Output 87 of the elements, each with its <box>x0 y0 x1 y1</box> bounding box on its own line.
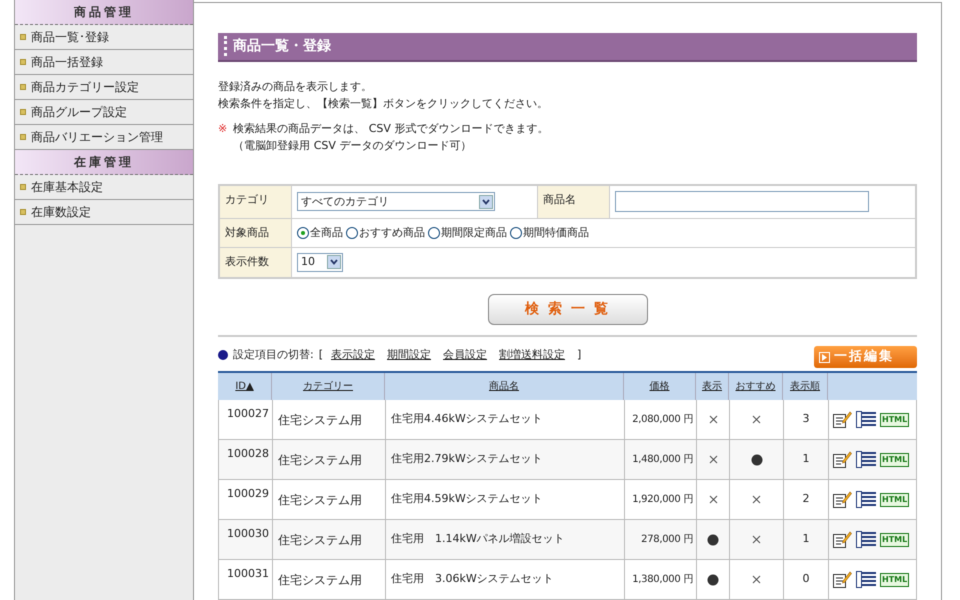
bullet-icon <box>20 109 26 115</box>
edit-icon[interactable] <box>833 531 852 548</box>
bullet-icon <box>20 34 26 40</box>
edit-icon[interactable] <box>833 451 852 468</box>
settings-link[interactable]: 割増送料設定 <box>499 346 566 363</box>
field-label: カテゴリ <box>220 186 292 218</box>
list-icon[interactable] <box>856 411 876 428</box>
radio-option[interactable]: 期間限定商品 <box>428 224 507 242</box>
table-cell-text: 1,380,000 円 <box>632 573 693 587</box>
table-cell-text: 住宅システム用 <box>278 532 362 548</box>
table-cell: 100027 <box>227 407 269 420</box>
html-button[interactable]: HTML <box>880 492 910 506</box>
section-header: 在庫管理 <box>15 150 193 175</box>
category-select[interactable]: すべてのカテゴリ <box>297 192 495 212</box>
html-button[interactable]: HTML <box>880 452 910 466</box>
table-cell-text: 住宅用 3.06kWシステムセット <box>391 571 554 588</box>
field-label: 対象商品 <box>220 218 292 247</box>
edit-icon[interactable] <box>833 491 852 508</box>
radio-button[interactable] <box>428 226 440 239</box>
radio-button[interactable] <box>346 226 358 239</box>
count-select[interactable]: 10 <box>297 252 343 272</box>
column-header[interactable]: 表示順 <box>783 373 828 400</box>
bullet-icon <box>20 84 26 90</box>
page-title: 商品一覧・登録 <box>233 36 331 56</box>
settings-link[interactable]: 期間設定 <box>387 346 432 363</box>
table-cell-text: 1,920,000 円 <box>632 493 693 507</box>
field-label: 商品名 <box>538 186 610 218</box>
table-cell: 100031 <box>227 567 269 580</box>
note-text: 検索結果の商品データは、 CSV 形式でダウンロードできます。 <box>233 120 548 137</box>
grip-icon <box>224 36 227 56</box>
radio-button[interactable] <box>297 226 309 239</box>
field-label: 表示件数 <box>220 248 292 277</box>
list-icon[interactable] <box>856 491 876 508</box>
table-cell-text: 住宅用4.46kWシステムセット <box>391 411 543 428</box>
intro-text: 登録済みの商品を表示します。 <box>218 78 373 95</box>
table-cell: 100028 <box>227 447 269 460</box>
list-icon[interactable] <box>856 571 876 588</box>
table-cell-text: 2,080,000 円 <box>632 413 693 427</box>
bullet-icon <box>20 134 26 140</box>
table-cell-text: 住宅用2.79kWシステムセット <box>391 451 543 468</box>
note-mark: ※ <box>218 120 228 137</box>
settings-link[interactable]: 会員設定 <box>443 346 488 363</box>
column-header[interactable]: おすすめ <box>729 373 783 400</box>
product-name-field[interactable] <box>615 191 869 212</box>
table-cell-text: 1 <box>802 451 810 468</box>
table-cell-text: 住宅システム用 <box>278 412 362 428</box>
html-button[interactable]: HTML <box>880 412 910 426</box>
table-cell-text: 3 <box>802 411 810 428</box>
intro-text: 検索条件を指定し、【検索一覧】ボタンをクリックしてください。 <box>218 96 549 112</box>
table-cell: 100030 <box>227 527 269 540</box>
radio-option[interactable]: 全商品 <box>297 224 343 242</box>
radio-option[interactable]: おすすめ商品 <box>346 224 425 242</box>
column-header[interactable]: 価格 <box>624 373 696 400</box>
html-button[interactable]: HTML <box>880 532 910 546</box>
bullet-icon <box>218 350 228 360</box>
note-text: （電脳卸登録用 CSV データのダウンロード可） <box>233 138 472 154</box>
edit-icon[interactable] <box>833 411 852 428</box>
table-cell-text: 住宅用 1.14kWパネル増設セット <box>391 531 565 548</box>
column-header[interactable]: 表示 <box>696 373 729 400</box>
table-cell-text: 278,000 円 <box>641 533 693 547</box>
table-cell-text: 住宅システム用 <box>278 492 362 508</box>
table-cell-text: 1 <box>802 531 810 548</box>
column-header[interactable]: カテゴリー <box>272 373 385 400</box>
list-icon[interactable] <box>856 531 876 548</box>
bullet-icon <box>20 59 26 65</box>
bracket-text: ] <box>577 346 582 362</box>
table-cell-text: 0 <box>802 571 810 588</box>
table-cell: 100029 <box>227 487 269 500</box>
table-cell-text: 住宅システム用 <box>278 572 362 588</box>
radio-option[interactable]: 期間特価商品 <box>510 224 589 242</box>
settings-link[interactable]: 表示設定 <box>331 346 376 363</box>
bracket-text: [ <box>318 346 324 362</box>
html-button[interactable]: HTML <box>880 572 910 586</box>
edit-icon[interactable] <box>833 571 852 588</box>
radio-button[interactable] <box>510 226 522 239</box>
table-cell-text: 住宅用4.59kWシステムセット <box>391 491 543 508</box>
table-cell-text: 住宅システム用 <box>278 452 362 468</box>
list-icon[interactable] <box>856 451 876 468</box>
table-cell-text: 1,480,000 円 <box>632 453 693 467</box>
bullet-icon <box>20 184 26 190</box>
section-header: 商品管理 <box>15 0 193 25</box>
table-cell-text: 2 <box>802 491 810 508</box>
bullet-icon <box>20 209 26 215</box>
play-icon <box>819 352 830 362</box>
column-header[interactable]: 商品名 <box>385 373 624 400</box>
column-header[interactable]: ID▲ <box>218 373 272 400</box>
switcher-label: 設定項目の切替: <box>233 346 314 362</box>
